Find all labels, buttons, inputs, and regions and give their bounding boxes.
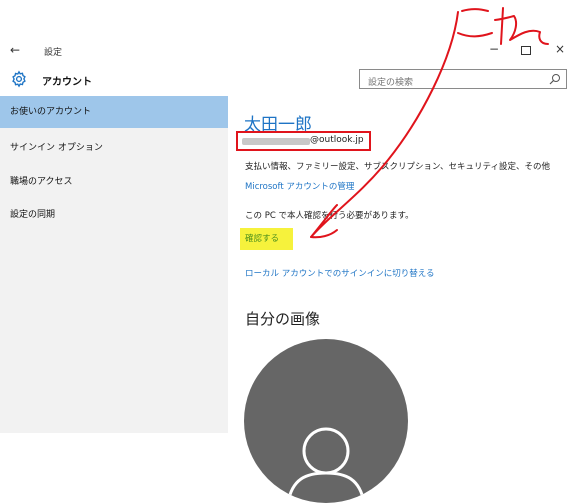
account-description: 支払い情報、ファミリー設定、サブスクリプション、セキュリティ設定、その他 xyxy=(245,162,550,172)
maximize-button[interactable] xyxy=(517,42,535,58)
title-bar: ← 設定 − × xyxy=(0,38,577,64)
main-content: 太田一郎 @outlook.jp 支払い情報、ファミリー設定、サブスクリプション… xyxy=(228,96,577,503)
avatar xyxy=(244,339,408,503)
verify-button[interactable]: 確認する xyxy=(240,228,294,250)
window-title: 設定 xyxy=(44,48,63,58)
close-button[interactable]: × xyxy=(551,42,569,56)
sidebar-item-sync-settings[interactable]: 設定の同期 xyxy=(0,199,228,231)
verify-message: この PC で本人確認を行う必要があります。 xyxy=(245,211,414,221)
sidebar-item-your-account[interactable]: お使いのアカウント xyxy=(0,96,228,128)
search-box[interactable] xyxy=(359,69,567,92)
search-icon[interactable] xyxy=(549,73,561,85)
back-button[interactable]: ← xyxy=(10,43,20,57)
sidebar: お使いのアカウント サインイン オプション 職場のアクセス 設定の同期 xyxy=(0,96,228,433)
sidebar-item-sign-in-options[interactable]: サインイン オプション xyxy=(0,132,228,164)
picture-section-title: 自分の画像 xyxy=(245,310,321,328)
minimize-button[interactable]: − xyxy=(485,42,503,56)
email-redacted xyxy=(242,138,310,145)
search-input[interactable] xyxy=(360,74,538,92)
page-title: アカウント xyxy=(42,77,92,88)
switch-to-local-account-link[interactable]: ローカル アカウントでのサインインに切り替える xyxy=(245,267,434,279)
email-suffix: @outlook.jp xyxy=(310,135,364,145)
page-header: アカウント xyxy=(0,64,577,96)
email-address: @outlook.jp xyxy=(236,131,371,151)
maximize-icon xyxy=(521,46,531,55)
sidebar-item-work-access[interactable]: 職場のアクセス xyxy=(0,166,228,198)
gear-icon xyxy=(12,70,26,88)
person-icon xyxy=(286,427,366,503)
manage-microsoft-account-link[interactable]: Microsoft アカウントの管理 xyxy=(245,180,354,192)
